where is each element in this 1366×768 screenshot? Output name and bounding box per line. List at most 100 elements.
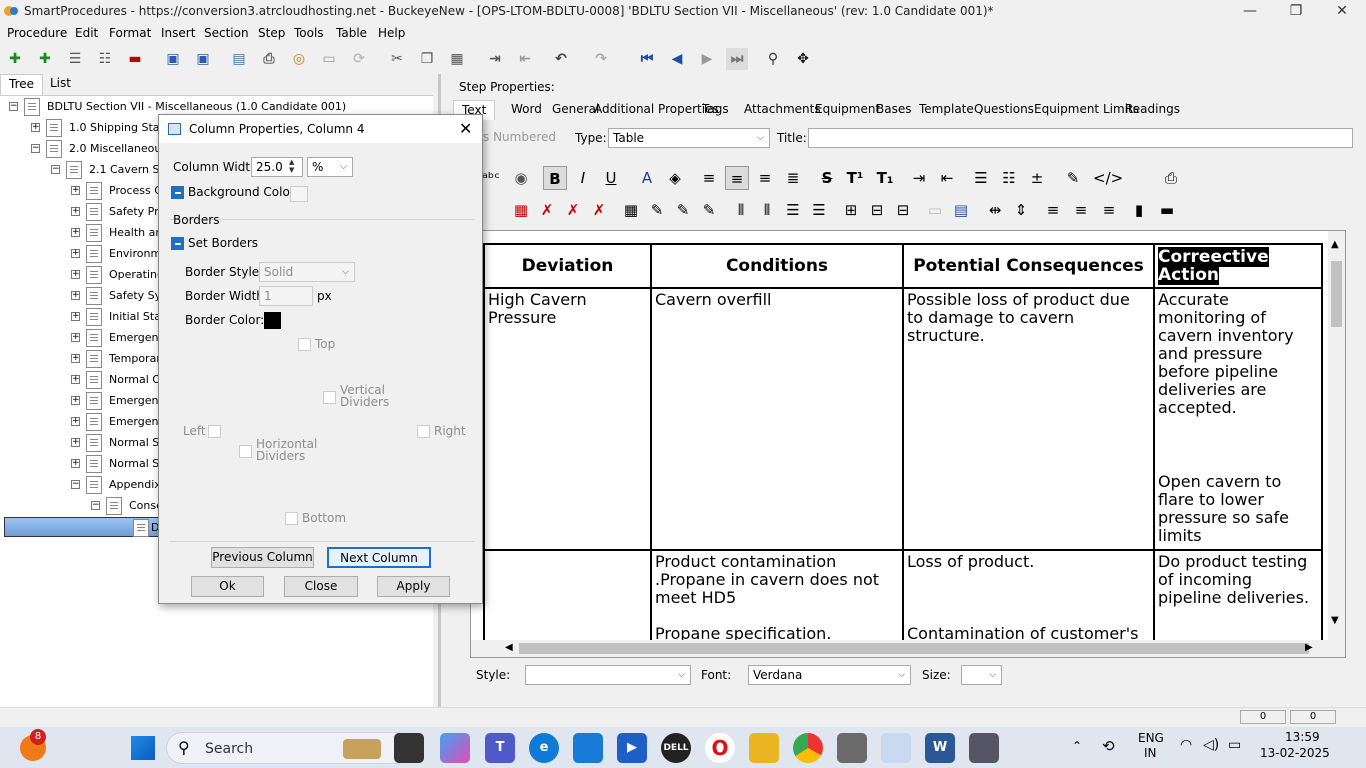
tab-equipment-limits[interactable]: Equipment Limits (1034, 102, 1139, 116)
remove-icon[interactable]: ▬ (124, 48, 146, 70)
column-header-corrective-action[interactable]: Correective Action (1153, 243, 1323, 289)
vertical-scroll-thumb[interactable] (1331, 261, 1342, 327)
expand-icon[interactable]: + (71, 312, 80, 321)
printer-icon[interactable]: ⎙ (1159, 166, 1183, 190)
tab-equipment[interactable]: Equipment (815, 102, 880, 116)
underline-icon[interactable]: U (599, 166, 623, 190)
row-height-icon[interactable]: ⇕ (1009, 198, 1033, 222)
collapse-icon[interactable]: − (9, 102, 18, 111)
right-checkbox[interactable] (417, 425, 430, 438)
cell-corrective-action[interactable]: Do product testing of incoming pipeline … (1153, 549, 1323, 651)
column-width-icon[interactable]: ⇹ (983, 198, 1007, 222)
menu-procedure[interactable]: Procedure (7, 26, 67, 40)
save-all-icon[interactable]: ▣ (162, 48, 184, 70)
chrome-task-icon[interactable] (793, 733, 823, 763)
border-width-input[interactable]: 1 (259, 286, 313, 306)
cell-consequences[interactable]: Loss of product. Contamination of custome… (902, 549, 1155, 651)
expand-icon[interactable]: + (71, 396, 80, 405)
smartprocedures-task-icon[interactable] (881, 733, 911, 763)
next-icon[interactable]: ▶ (696, 48, 718, 70)
battery-icon[interactable]: ▭ (1228, 737, 1241, 753)
vpn-task-icon[interactable]: ▶ (617, 733, 647, 763)
menu-section[interactable]: Section (204, 26, 249, 40)
border-style-select[interactable]: Solid ⌵ (259, 262, 355, 282)
chevron-up-icon[interactable]: ⌃ (1072, 739, 1082, 753)
align-left-icon[interactable]: ≡ (697, 166, 721, 190)
outline-icon[interactable]: ☷ (94, 48, 116, 70)
indent-icon[interactable]: ⇥ (484, 48, 506, 70)
vertical-dividers-checkbox[interactable] (323, 391, 336, 404)
disabled-icon[interactable]: ▭ (923, 198, 947, 222)
language-label[interactable]: ENG (1138, 731, 1164, 745)
bold-icon[interactable]: B (543, 166, 567, 190)
background-color-checkbox[interactable] (171, 186, 184, 199)
document-editor[interactable]: Deviation Conditions Potential Consequen… (470, 230, 1346, 658)
cell-deviation[interactable] (483, 549, 652, 651)
set-borders-checkbox[interactable] (171, 237, 184, 250)
border-color-swatch[interactable] (264, 312, 281, 329)
last-icon[interactable]: ⏭ (726, 48, 748, 70)
superscript-icon[interactable]: T¹ (843, 166, 867, 190)
strikethrough-icon[interactable]: S (815, 166, 839, 190)
store-task-icon[interactable] (573, 733, 603, 763)
add-icon[interactable]: ✚ (4, 48, 26, 70)
scroll-left-icon[interactable]: ◀ (505, 642, 513, 653)
close-icon[interactable]: ✕ (459, 119, 472, 138)
paste-icon[interactable]: ▦ (446, 48, 468, 70)
delete-column-icon[interactable]: ✗ (561, 198, 585, 222)
tab-template[interactable]: Template (919, 102, 974, 116)
scroll-down-icon[interactable]: ▼ (1331, 615, 1339, 626)
cell-align-center-icon[interactable]: ≡ (1069, 198, 1093, 222)
expand-icon[interactable]: + (71, 333, 80, 342)
cell-corrective-action[interactable]: Accurate monitoring of cavern inventory … (1153, 287, 1323, 551)
expand-icon[interactable]: + (71, 417, 80, 426)
delete-cell-icon[interactable]: ✗ (587, 198, 611, 222)
insert-column-right-icon[interactable]: ⫴ (755, 198, 779, 222)
apply-button[interactable]: Apply (377, 576, 450, 597)
horizontal-dividers-checkbox[interactable] (239, 445, 252, 458)
subscript-icon[interactable]: T₁ (873, 166, 897, 190)
split-cells-icon[interactable]: ⊟ (865, 198, 889, 222)
align-center-icon[interactable]: ≡ (725, 166, 749, 190)
first-icon[interactable]: ⏮ (636, 48, 658, 70)
dialog-close-button[interactable]: Close (284, 576, 358, 597)
cut-icon[interactable]: ✂ (386, 48, 408, 70)
publish-icon[interactable]: ▤ (228, 48, 250, 70)
collapse-icon[interactable]: − (51, 165, 60, 174)
windows-start-icon[interactable] (131, 736, 155, 760)
bottom-checkbox[interactable] (285, 512, 298, 525)
tab-additional-properties[interactable]: Additional Properties (594, 102, 719, 116)
undo-icon[interactable]: ↶ (550, 48, 572, 70)
expand-icon[interactable]: + (71, 228, 80, 237)
taskbar-search[interactable]: ⚲ Search (166, 732, 412, 764)
previous-column-button[interactable]: Previous Column (211, 547, 314, 568)
preview-icon[interactable]: ▭ (318, 48, 340, 70)
menu-edit[interactable]: Edit (75, 26, 98, 40)
expand-icon[interactable]: + (71, 186, 80, 195)
menu-tools[interactable]: Tools (294, 26, 324, 40)
network-icon[interactable]: ⟲ (1102, 737, 1115, 755)
close-window-button[interactable]: ✕ (1319, 0, 1365, 24)
title-input[interactable] (808, 128, 1353, 148)
numbered-list-icon[interactable]: ☷ (997, 166, 1021, 190)
expand-icon[interactable]: + (71, 207, 80, 216)
column-header-conditions[interactable]: Conditions (650, 243, 904, 289)
spinner-icon[interactable]: ▲ ▼ (289, 158, 294, 174)
width-unit-select[interactable]: % ⌵ (307, 157, 353, 177)
tab-attachments[interactable]: Attachments (744, 102, 821, 116)
justify-icon[interactable]: ≣ (781, 166, 805, 190)
font-color-icon[interactable]: A (635, 166, 659, 190)
collapse-icon[interactable]: − (91, 501, 100, 510)
horizontal-scrollbar[interactable]: ◀ ▶ (471, 640, 1345, 657)
insert-line-icon[interactable]: ± (1025, 166, 1049, 190)
word-task-icon[interactable]: W (925, 733, 955, 763)
column-width-input[interactable]: 25.0 (251, 157, 303, 177)
delete-table-icon[interactable]: ▦ (509, 198, 533, 222)
insert-row-below-icon[interactable]: ☰ (807, 198, 831, 222)
cell-align-left-icon[interactable]: ≡ (1041, 198, 1065, 222)
expand-icon[interactable]: + (71, 291, 80, 300)
size-select[interactable]: ⌵ (961, 665, 1002, 685)
folder-task-icon[interactable] (749, 733, 779, 763)
bullet-list-icon[interactable]: ☰ (969, 166, 993, 190)
cell-edit-icon[interactable]: ✎ (671, 198, 695, 222)
